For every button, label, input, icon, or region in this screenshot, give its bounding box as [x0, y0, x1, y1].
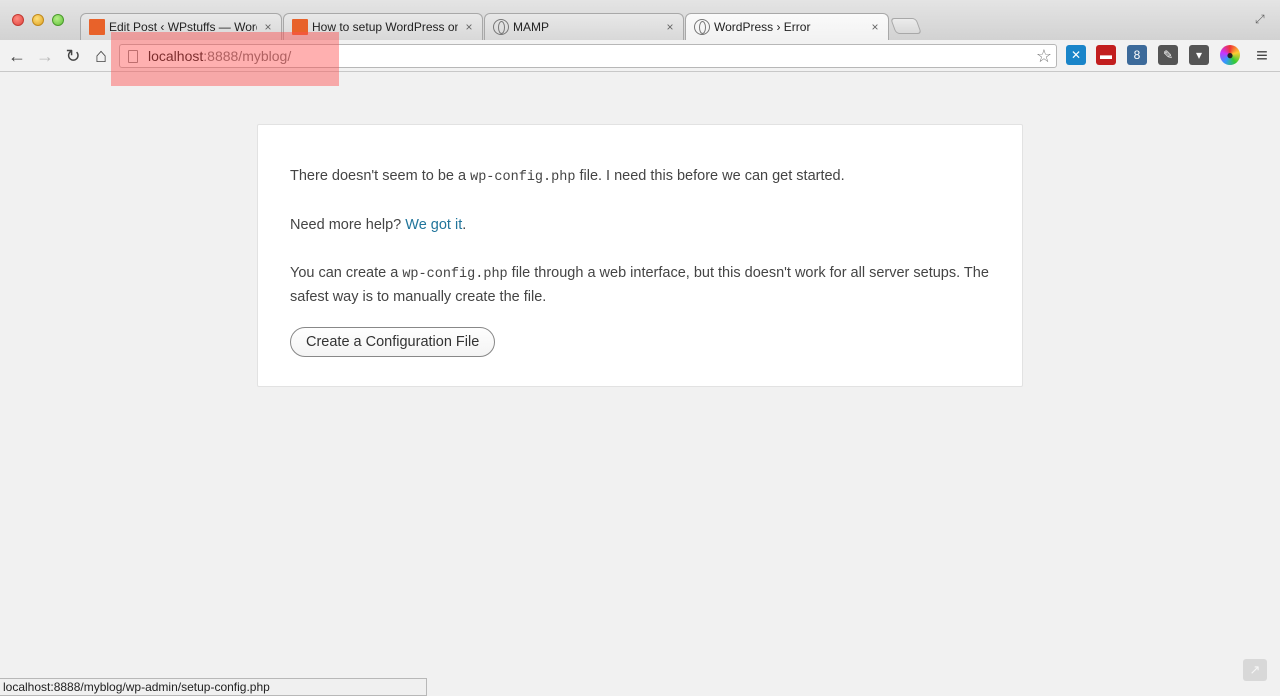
- home-button[interactable]: ⌂: [90, 45, 112, 67]
- tab-wordpress-error[interactable]: WordPress › Error ×: [685, 13, 889, 40]
- close-icon[interactable]: ×: [462, 20, 476, 34]
- message-text: file. I need this before we can get star…: [575, 168, 845, 184]
- close-icon[interactable]: ×: [868, 20, 882, 34]
- help-link[interactable]: We got it: [405, 217, 462, 233]
- url-host: localhost: [148, 48, 204, 64]
- wordpress-orange-icon: [89, 19, 105, 35]
- create-configuration-file-button[interactable]: Create a Configuration File: [290, 327, 496, 357]
- message-text: Need more help?: [290, 217, 406, 233]
- forward-button[interactable]: →: [34, 45, 56, 67]
- minimize-window-button[interactable]: [32, 14, 44, 26]
- setup-panel: There doesn't seem to be a wp-config.php…: [257, 124, 1023, 387]
- fullscreen-icon[interactable]: ⤢: [1255, 12, 1265, 27]
- config-filename: wp-config.php: [402, 267, 508, 282]
- back-button[interactable]: ←: [6, 45, 28, 67]
- tab-strip: Edit Post ‹ WPstuffs — WordPress × How t…: [0, 0, 1280, 40]
- create-config-message: You can create a wp-config.php file thro…: [290, 262, 990, 309]
- reload-button[interactable]: ↻: [62, 45, 84, 67]
- wordpress-orange-icon: [292, 19, 308, 35]
- zoom-window-button[interactable]: [52, 14, 64, 26]
- tab-title: How to setup WordPress on Mac: [312, 20, 458, 34]
- share-icon[interactable]: ↗: [1243, 659, 1267, 681]
- pen-icon[interactable]: ✎: [1158, 45, 1178, 65]
- recliner-icon[interactable]: ▬: [1096, 45, 1116, 65]
- color-wheel-icon[interactable]: ●: [1220, 45, 1240, 65]
- user-badge-icon[interactable]: 8: [1127, 45, 1147, 65]
- bookmark-star-icon[interactable]: ☆: [1036, 45, 1052, 67]
- message-text: You can create a: [290, 265, 403, 281]
- pocket-icon[interactable]: ▾: [1189, 45, 1209, 65]
- menu-button[interactable]: ≡: [1251, 45, 1273, 67]
- tab-how-to-setup[interactable]: How to setup WordPress on Mac ×: [283, 13, 483, 40]
- close-icon[interactable]: ×: [663, 20, 677, 34]
- message-text: There doesn't seem to be a: [290, 168, 471, 184]
- config-filename: wp-config.php: [470, 170, 576, 185]
- new-tab-button[interactable]: [890, 18, 922, 34]
- tab-edit-post[interactable]: Edit Post ‹ WPstuffs — WordPress ×: [80, 13, 282, 40]
- close-window-button[interactable]: [12, 14, 24, 26]
- tab-title: WordPress › Error: [714, 20, 811, 34]
- address-bar[interactable]: localhost:8888/myblog/ ☆: [119, 44, 1057, 68]
- tab-title: MAMP: [513, 20, 549, 34]
- help-message: Need more help? We got it.: [290, 214, 990, 237]
- tab-title: Edit Post ‹ WPstuffs — WordPress: [109, 20, 257, 34]
- globe-icon: [493, 19, 509, 35]
- missing-config-message: There doesn't seem to be a wp-config.php…: [290, 165, 990, 189]
- globe-icon: [694, 19, 710, 35]
- status-bar-url: localhost:8888/myblog/wp-admin/setup-con…: [0, 678, 427, 696]
- message-text: .: [462, 217, 467, 233]
- tab-mamp[interactable]: MAMP ×: [484, 13, 684, 40]
- page-icon: [128, 49, 138, 63]
- xmarks-icon[interactable]: ✕: [1066, 45, 1086, 65]
- url-path: :8888/myblog/: [203, 48, 292, 64]
- close-icon[interactable]: ×: [261, 20, 275, 34]
- page-viewport: There doesn't seem to be a wp-config.php…: [0, 73, 1280, 696]
